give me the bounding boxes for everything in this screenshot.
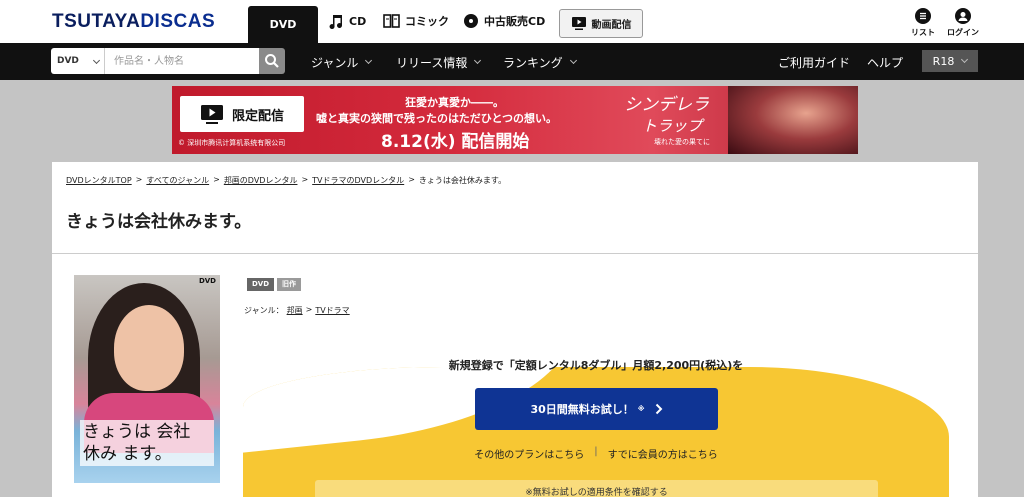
banner-photo [728, 86, 858, 154]
nav-ranking-label: ランキング [503, 56, 563, 70]
book-icon [383, 14, 400, 28]
chevron-down-icon [961, 55, 969, 63]
cover-art [114, 305, 184, 391]
breadcrumb-link[interactable]: 邦画のDVDレンタル [224, 175, 298, 186]
product-cover-image[interactable]: DVD きょうは 会社 休み ます。 [74, 275, 220, 483]
breadcrumb: DVDレンタルTOP > すべてのジャンル > 邦画のDVDレンタル > TVドラマの… [66, 175, 506, 186]
chevron-right-icon [655, 403, 662, 415]
genre-label: ジャンル： [244, 306, 284, 315]
promo-headline: 新規登録で「定額レンタル8ダブル」月額2,200円(税込)を [448, 359, 744, 372]
genre-sep: > [305, 305, 313, 314]
badge-dvd: DVD [247, 278, 275, 291]
banner-badge: 限定配信 [180, 96, 304, 132]
banner-date: 8.12(水) 配信開始 [381, 132, 530, 152]
promo-banner[interactable]: 限定配信 © 深圳市腾讯计算机系统有限公司 狂愛か真愛か――。 嘘と真実の狭間で… [172, 86, 858, 154]
cover-title: きょうは 会社 休み ます。 [80, 420, 214, 466]
badge-old-release: 旧作 [277, 278, 302, 291]
breadcrumb-link[interactable]: すべてのジャンル [146, 175, 209, 186]
nav-guide-label: ご利用ガイド [778, 56, 851, 70]
divider [52, 253, 978, 254]
genre-link[interactable]: 邦画 [287, 305, 303, 316]
streaming-button[interactable]: 動画配信 [559, 9, 643, 38]
banner-line2: 嘘と真実の狭間で残ったのはただひとつの想い。 [316, 112, 558, 125]
tab-used-cd-label: 中古販売CD [484, 15, 546, 28]
list-icon [915, 8, 931, 24]
banner-badge-label: 限定配信 [231, 108, 284, 124]
link-separator: | [594, 446, 598, 457]
free-trial-button[interactable]: 30日間無料お試し！ ※ [475, 388, 718, 430]
nav-ranking[interactable]: ランキング [503, 54, 577, 71]
streaming-label: 動画配信 [591, 20, 632, 31]
search-category-select[interactable]: DVD [51, 48, 105, 74]
page-title: きょうは会社休みます。 [66, 212, 252, 232]
music-note-icon [329, 15, 342, 29]
search-form: DVD [51, 48, 285, 74]
breadcrumb-current: きょうは会社休みます。 [418, 176, 507, 185]
nav-genre[interactable]: ジャンル [311, 54, 373, 71]
main-nav-bar: DVD ジャンル リリース情報 ランキング ご利用ガイド ヘルプ R18 [0, 43, 1024, 80]
tab-cd[interactable]: CD [328, 13, 366, 29]
breadcrumb-link[interactable]: TVドラマのDVDレンタル [312, 175, 404, 186]
signup-promo-area [243, 367, 949, 497]
tab-cd-label: CD [349, 14, 367, 28]
chevron-down-icon [569, 56, 577, 65]
genre-line: ジャンル： 邦画 > TVドラマ [244, 305, 350, 316]
breadcrumb-link[interactable]: DVDレンタルTOP [66, 175, 132, 186]
trial-conditions-toggle[interactable]: ※無料お試しの適用条件を確認する [315, 480, 878, 497]
play-screen-icon [571, 17, 586, 30]
other-plans-link[interactable]: その他のプランはこちら [474, 446, 584, 461]
tab-comic-label: コミック [405, 15, 449, 28]
chevron-down-icon [365, 56, 373, 65]
nav-release-label: リリース情報 [396, 56, 468, 70]
search-icon [265, 54, 279, 68]
member-login-link[interactable]: すでに会員の方はこちら [608, 446, 718, 461]
chevron-down-icon [474, 56, 482, 65]
cover-dvd-mark: DVD [198, 277, 216, 285]
banner-title-b: トラップ [642, 117, 703, 135]
nav-release[interactable]: リリース情報 [396, 54, 482, 71]
tab-used-cd[interactable]: 中古販売CD [463, 13, 545, 29]
tab-dvd[interactable]: DVD [248, 6, 318, 43]
trial-conditions-label: ※無料お試しの適用条件を確認する [525, 488, 668, 497]
banner-subtitle: 壊れた愛の果てに [654, 138, 710, 146]
nav-help[interactable]: ヘルプ [867, 54, 903, 71]
nav-guide[interactable]: ご利用ガイド [778, 54, 850, 71]
r18-toggle[interactable]: R18 [922, 50, 978, 72]
used-cd-icon [464, 14, 478, 28]
login-button[interactable]: ログイン [943, 8, 983, 38]
play-screen-icon [200, 104, 223, 124]
user-icon [955, 8, 971, 24]
free-trial-label: 30日間無料お試し！ [530, 403, 634, 416]
banner-title-a: シンデレラ [624, 95, 709, 115]
tab-comic[interactable]: コミック [383, 13, 449, 29]
search-input[interactable] [105, 48, 259, 74]
promo-links: その他のプランはこちら | すでに会員の方はこちら [243, 446, 949, 461]
nav-genre-label: ジャンル [311, 56, 359, 70]
login-label: ログイン [947, 28, 979, 37]
free-trial-mark: ※ [637, 405, 645, 413]
r18-label: R18 [932, 54, 955, 68]
nav-help-label: ヘルプ [867, 56, 904, 70]
main-panel: DVDレンタルTOP > すべてのジャンル > 邦画のDVDレンタル > TVドラマの… [52, 162, 978, 497]
list-label: リスト [911, 28, 935, 37]
banner-line1: 狂愛か真愛か――。 [405, 96, 504, 109]
breadcrumb-sep: > [213, 175, 220, 184]
site-logo[interactable]: TSUTAYADISCAS [52, 11, 215, 33]
list-button[interactable]: リスト [903, 8, 943, 38]
genre-link[interactable]: TVドラマ [315, 305, 349, 316]
top-header: TSUTAYADISCAS DVD CD コミック 中古販売CD 動画配信 リス… [0, 0, 1024, 43]
breadcrumb-sep: > [301, 175, 309, 184]
format-badges: DVD 旧作 [247, 278, 302, 291]
search-button[interactable] [259, 48, 285, 74]
breadcrumb-sep: > [408, 175, 415, 184]
banner-copyright: © 深圳市腾讯计算机系统有限公司 [178, 139, 286, 147]
breadcrumb-sep: > [135, 175, 143, 184]
